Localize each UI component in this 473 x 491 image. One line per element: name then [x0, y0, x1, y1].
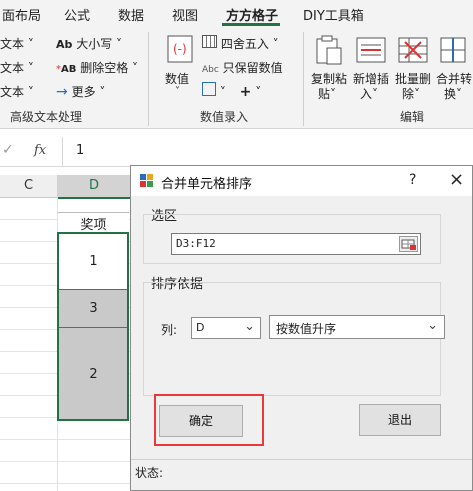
svg-text:(-): (-) — [173, 42, 187, 56]
column-header-d[interactable]: D — [58, 175, 131, 199]
number-tools-row: ˅ + ˅ — [202, 82, 261, 100]
formula-divider — [62, 137, 63, 166]
column-select-value: D — [196, 321, 205, 334]
text-item-2[interactable]: 文本 ˅ — [0, 59, 34, 76]
merge-icon — [440, 37, 466, 63]
formula-bar: ✓ fx 1 — [0, 137, 473, 167]
tab-fangfang[interactable]: 方方格子 — [226, 5, 278, 24]
merge-sort-dialog: 合并单元格排序 ? × 选区 D3:F12 排序依据 列: D ⌄ 按数值升序 … — [130, 165, 473, 491]
selection-range — [57, 232, 129, 421]
order-select[interactable]: 按数值升序 ⌄ — [269, 315, 445, 339]
highlight-box — [154, 394, 264, 446]
check-icon[interactable]: ✓ — [2, 142, 14, 158]
case-button[interactable]: Ab 大小写 ˅ — [56, 35, 122, 52]
arrow-right-icon: → — [56, 84, 68, 100]
range-picker-button[interactable] — [399, 236, 418, 252]
range-field[interactable]: D3:F12 — [171, 233, 421, 255]
column-select[interactable]: D ⌄ — [191, 317, 261, 339]
chevron-down-icon: ⌄ — [244, 319, 255, 334]
close-icon[interactable]: × — [449, 169, 464, 190]
copy-paste-button[interactable]: 复制粘 贴˅ — [308, 34, 350, 104]
header-cell-award[interactable]: 奖项 — [58, 212, 129, 234]
ribbon-separator — [148, 32, 149, 126]
delete-space-icon: *AB — [56, 64, 77, 75]
help-icon[interactable]: ? — [409, 172, 416, 188]
exit-button[interactable]: 退出 — [359, 404, 441, 436]
value-icon: (-) — [167, 35, 193, 63]
keep-value-button[interactable]: Abc 只保留数值 — [202, 59, 283, 76]
status-label: 状态: — [135, 466, 164, 480]
text-item-3[interactable]: 文本 ˅ — [0, 83, 34, 100]
round-icon — [202, 35, 217, 48]
round-button[interactable]: 四舍五入 ˅ — [202, 35, 279, 52]
abc-icon: Abc — [202, 65, 219, 75]
tab-formulas[interactable]: 公式 — [64, 5, 90, 24]
batch-delete-button[interactable]: 批量删 除˅ — [392, 34, 434, 104]
ribbon-separator — [303, 32, 304, 126]
text-item-1[interactable]: 文本 ˅ — [0, 35, 34, 52]
column-header-c[interactable]: C — [0, 175, 58, 198]
status-divider — [131, 459, 472, 460]
chevron-down-icon: ⌄ — [427, 318, 438, 333]
sort-group — [143, 282, 441, 396]
tab-data[interactable]: 数据 — [118, 5, 144, 24]
more-button[interactable]: → 更多 ˅ — [56, 83, 105, 100]
insert-button[interactable]: 新增插 入˅ — [350, 34, 392, 104]
formula-input[interactable]: 1 — [76, 143, 84, 158]
group-label-text: 高级文本处理 — [10, 110, 83, 124]
tab-page-layout[interactable]: 面布局 — [2, 5, 41, 24]
chevron-down-icon: ˅ — [175, 86, 180, 97]
ribbon: 文本 ˅ 文本 ˅ 文本 ˅ Ab 大小写 ˅ *AB 删除空格 ˅ → 更多 … — [0, 26, 473, 129]
range-value: D3:F12 — [176, 237, 216, 250]
edit-box-icon[interactable] — [202, 82, 216, 96]
merge-convert-button[interactable]: 合并转 换˅ — [434, 34, 473, 104]
dialog-title: 合并单元格排序 — [161, 177, 253, 192]
delete-space-button[interactable]: *AB 删除空格 ˅ — [56, 59, 138, 76]
clipboard-icon — [316, 35, 342, 65]
plus-icon[interactable]: + — [240, 84, 252, 100]
tab-view[interactable]: 视图 — [172, 5, 198, 24]
insert-icon — [356, 37, 386, 63]
case-icon: Ab — [56, 38, 73, 51]
value-button[interactable]: (-) 数值 ˅ — [158, 32, 202, 102]
function-icon[interactable]: fx — [34, 143, 46, 158]
order-select-value: 按数值升序 — [276, 322, 337, 336]
ribbon-tabs: 面布局 公式 数据 视图 方方格子 DIY工具箱 — [0, 0, 473, 26]
dialog-titlebar: 合并单元格排序 ? × — [131, 166, 472, 196]
delete-grid-icon — [398, 37, 428, 63]
column-label: 列: — [161, 323, 178, 337]
tab-diy-toolbox[interactable]: DIY工具箱 — [303, 5, 364, 24]
range-picker-icon — [401, 239, 416, 250]
app-icon — [140, 174, 153, 187]
group-label-edit: 编辑 — [400, 110, 425, 124]
group-label-number: 数值录入 — [200, 110, 249, 124]
